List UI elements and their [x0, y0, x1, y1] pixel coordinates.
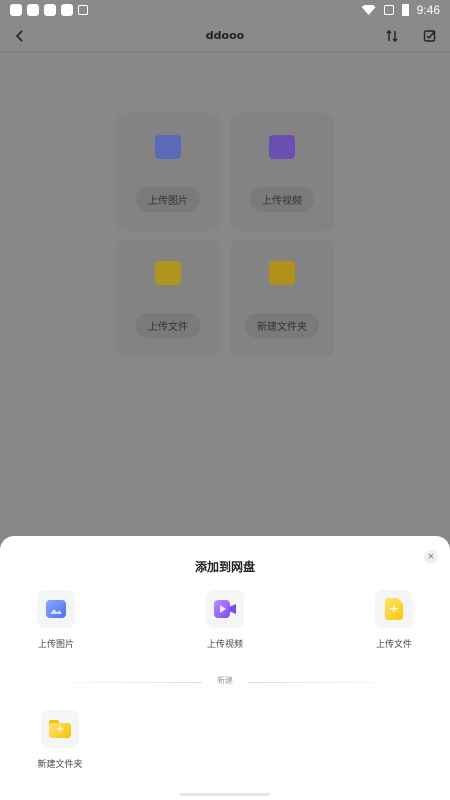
wifi-icon [361, 5, 376, 15]
notification-icon [27, 4, 39, 16]
upload-grid: 上传图片 上传视频 上传文件 新建文件夹 [116, 113, 334, 357]
grid-label: 上传文件 [136, 313, 200, 338]
image-icon [155, 135, 181, 159]
grid-label: 上传图片 [136, 187, 200, 212]
sort-icon [386, 30, 398, 42]
sheet-title: 添加到网盘 [194, 560, 255, 574]
upload-image-icon-box [37, 590, 75, 628]
video-icon [214, 600, 236, 618]
upload-video-option[interactable]: 上传视频 [185, 590, 265, 650]
notification-icon [10, 4, 22, 16]
sim-icon [383, 5, 394, 15]
section-divider-right [248, 682, 408, 683]
close-icon: × [427, 551, 435, 562]
notification-icon [44, 4, 56, 16]
upload-image-label: 上传图片 [37, 640, 74, 650]
new-folder-icon-box [41, 710, 79, 748]
close-button[interactable]: × [424, 550, 438, 564]
back-button[interactable] [10, 26, 30, 46]
app-header: ddooo [0, 20, 450, 52]
file-icon [155, 261, 181, 285]
folder-icon [269, 261, 295, 285]
status-bar: 9:46 [0, 0, 450, 20]
grid-label: 上传视频 [250, 187, 314, 212]
upload-file-option[interactable]: 上传文件 [354, 590, 434, 650]
upload-file-label: 上传文件 [375, 640, 412, 650]
select-button[interactable] [420, 26, 440, 46]
home-indicator [180, 793, 270, 796]
image-icon [46, 600, 66, 618]
page-title: ddooo [205, 29, 245, 42]
add-to-drive-sheet: 添加到网盘 × 上传图片 上传视频 上传文件 新建文件夹 [0, 536, 450, 800]
notification-icons [10, 4, 88, 16]
upload-file-icon-box [375, 590, 413, 628]
upload-image-option[interactable]: 上传图片 [16, 590, 96, 650]
section-divider-left [42, 682, 202, 683]
sort-button[interactable] [382, 26, 402, 46]
grid-card-upload-file[interactable]: 上传文件 [116, 239, 220, 357]
battery-icon [401, 4, 409, 16]
folder-icon [49, 720, 71, 738]
notification-icon [78, 5, 88, 15]
grid-label: 新建文件夹 [245, 313, 319, 338]
chevron-left-icon [15, 30, 23, 42]
video-icon [269, 135, 295, 159]
grid-card-upload-image[interactable]: 上传图片 [116, 113, 220, 231]
status-time: 9:46 [416, 3, 440, 17]
new-folder-option[interactable]: 新建文件夹 [20, 710, 100, 770]
section-label: 新建 [217, 676, 233, 685]
grid-card-new-folder[interactable]: 新建文件夹 [230, 239, 334, 357]
upload-video-icon-box [206, 590, 244, 628]
checkbox-icon [423, 30, 436, 42]
grid-card-upload-video[interactable]: 上传视频 [230, 113, 334, 231]
file-icon [385, 598, 403, 620]
upload-video-label: 上传视频 [206, 640, 243, 650]
new-folder-label: 新建文件夹 [37, 760, 83, 770]
notification-icon [61, 4, 73, 16]
